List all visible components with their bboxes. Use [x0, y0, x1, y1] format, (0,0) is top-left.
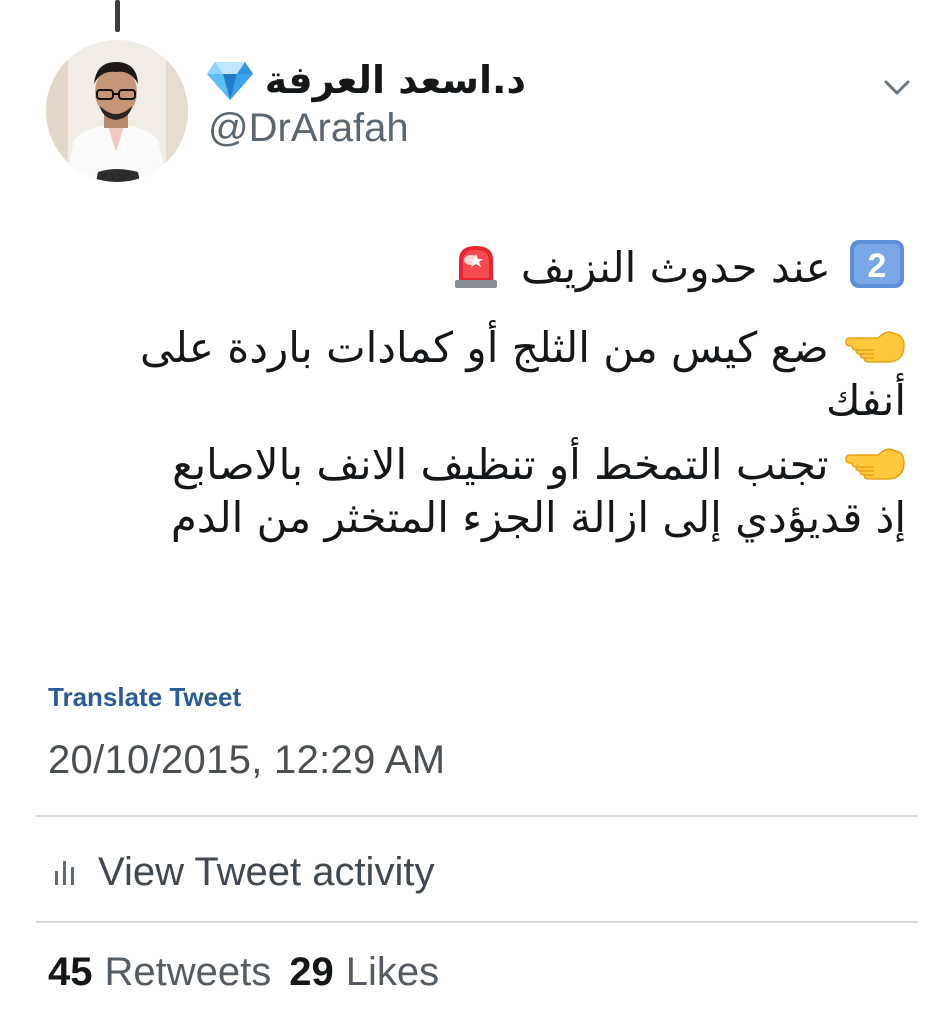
- likes-count: 29: [289, 950, 334, 994]
- author-name-row[interactable]: د.اسعد العرفة: [205, 52, 526, 108]
- avatar-photo: [46, 40, 188, 182]
- view-tweet-activity-label: View Tweet activity: [98, 849, 435, 894]
- tweet-timestamp[interactable]: 20/10/2015, 12:29 AM: [48, 738, 445, 783]
- keycap-2-icon: 2: [831, 240, 906, 292]
- tweet-text: 2 عند حدوث النزيف ضع كيس من الثلج أو كما…: [40, 238, 906, 545]
- tip-2-line-2: إذ قديؤدي إلى ازالة الجزء المتخثر من الد…: [170, 492, 906, 542]
- likes-label: Likes: [345, 950, 440, 994]
- tip-2-text: تجنب التمخط أو تنظيف الانف بالاصابع: [172, 440, 829, 490]
- tip-1-line-1: ضع كيس من الثلج أو كمادات باردة على: [40, 323, 906, 373]
- view-tweet-activity-button[interactable]: View Tweet activity: [52, 848, 434, 896]
- divider: [36, 815, 918, 817]
- retweets-label: Retweets: [104, 950, 272, 994]
- translate-tweet-link[interactable]: Translate Tweet: [48, 682, 241, 713]
- tweet-headline: 2 عند حدوث النزيف: [40, 238, 906, 293]
- police-siren-icon: [451, 243, 520, 292]
- chevron-down-icon[interactable]: [880, 72, 914, 102]
- retweets-count: 45: [48, 950, 93, 994]
- likes-stat[interactable]: 29 Likes: [289, 950, 439, 995]
- backhand-pointing-left-icon: [829, 323, 906, 372]
- gem-stone-icon: [205, 58, 255, 102]
- author-handle[interactable]: @DrArafah: [208, 106, 409, 151]
- tip-1-line-2: أنفك: [825, 375, 906, 425]
- retweets-stat[interactable]: 45 Retweets: [48, 950, 271, 995]
- keycap-number: 2: [868, 247, 887, 285]
- headline-text: عند حدوث النزيف: [520, 243, 831, 292]
- tip-1-text: ضع كيس من الثلج أو كمادات باردة على: [139, 323, 829, 373]
- tip-2-line-1: تجنب التمخط أو تنظيف الانف بالاصابع: [40, 440, 906, 490]
- thread-connector-line: [115, 0, 120, 32]
- avatar[interactable]: [46, 40, 188, 182]
- backhand-pointing-left-icon: [829, 440, 906, 489]
- bar-chart-icon: [52, 857, 78, 887]
- engagement-stats: 45 Retweets 29 Likes: [48, 950, 439, 995]
- divider: [36, 921, 918, 923]
- author-display-name: د.اسعد العرفة: [264, 58, 526, 102]
